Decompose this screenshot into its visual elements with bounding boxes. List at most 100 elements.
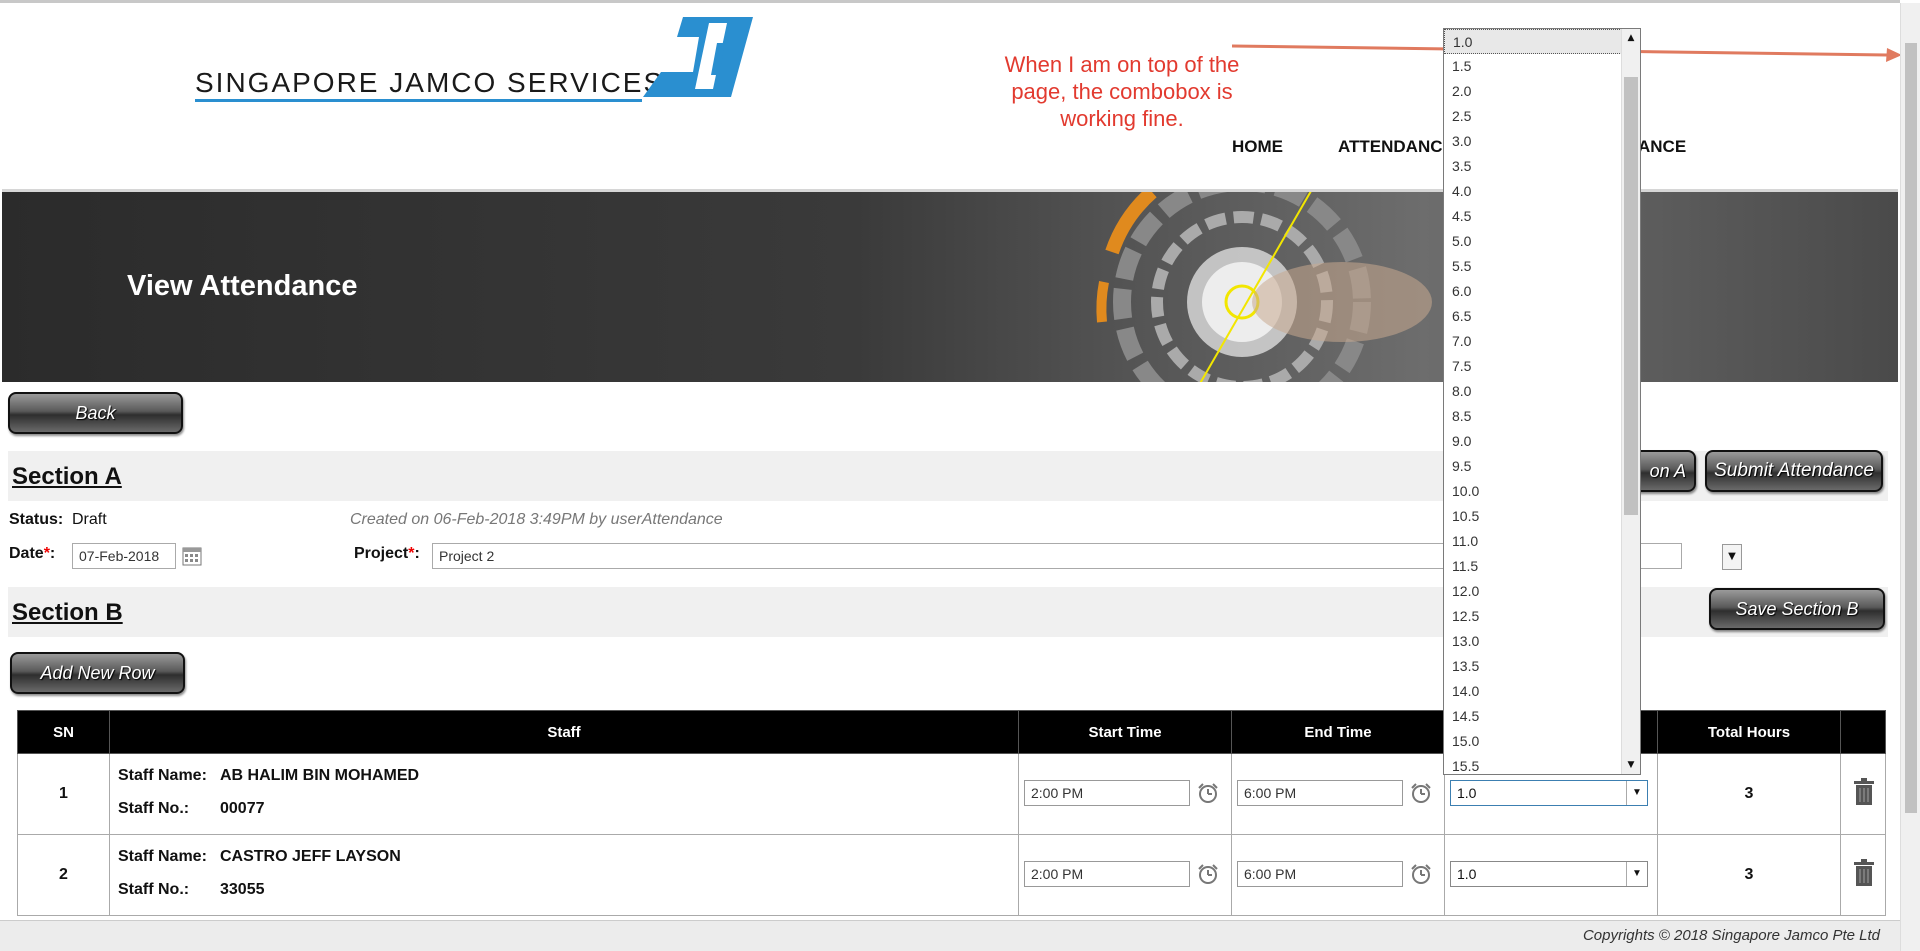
alarm-clock-icon[interactable] — [1197, 782, 1219, 804]
alarm-clock-icon[interactable] — [1410, 863, 1432, 885]
dropdown-option[interactable]: 2.5 — [1444, 104, 1622, 129]
page-scrollbar[interactable] — [1900, 3, 1920, 951]
hours-value: 1.0 — [1457, 785, 1477, 801]
end-time-cell: 6:00 PM — [1231, 753, 1445, 835]
submit-attendance-button[interactable]: Submit Attendance — [1705, 450, 1883, 492]
project-dropdown-arrow-icon[interactable]: ▼ — [1722, 544, 1742, 570]
trash-icon[interactable] — [1853, 778, 1875, 806]
staff-cell: Staff Name: AB HALIM BIN MOHAMED Staff No… — [109, 753, 1019, 835]
page-scroll-thumb[interactable] — [1905, 43, 1917, 813]
dropdown-option[interactable]: 10.5 — [1444, 504, 1622, 529]
hours-value: 1.0 — [1457, 866, 1477, 882]
start-time-cell: 2:00 PM — [1018, 834, 1232, 916]
dropdown-option[interactable]: 8.5 — [1444, 404, 1622, 429]
start-time-cell: 2:00 PM — [1018, 753, 1232, 835]
section-b-title: Section B — [12, 599, 123, 626]
status-label: Status: — [9, 511, 64, 528]
dropdown-option[interactable]: 1.0 — [1444, 29, 1622, 54]
save-section-b-button[interactable]: Save Section B — [1709, 588, 1885, 630]
end-time-input[interactable]: 6:00 PM — [1237, 861, 1403, 887]
scroll-up-icon[interactable]: ▲ — [1622, 29, 1640, 47]
header-actions — [1840, 710, 1886, 754]
dropdown-option[interactable]: 9.5 — [1444, 454, 1622, 479]
dropdown-option[interactable]: 6.5 — [1444, 304, 1622, 329]
dropdown-option[interactable]: 7.0 — [1444, 329, 1622, 354]
end-time-cell: 6:00 PM — [1231, 834, 1445, 916]
calendar-icon[interactable] — [182, 546, 202, 566]
nav-attendance[interactable]: ATTENDANCE — [1338, 137, 1454, 157]
back-button[interactable]: Back — [8, 392, 183, 434]
dropdown-option[interactable]: 5.5 — [1444, 254, 1622, 279]
add-new-row-button[interactable]: Add New Row — [10, 652, 185, 694]
dropdown-option[interactable]: 7.5 — [1444, 354, 1622, 379]
project-label: Project*: — [354, 545, 420, 562]
dropdown-option[interactable]: 12.0 — [1444, 579, 1622, 604]
staff-no-label: Staff No.: — [118, 881, 190, 898]
status-value: Draft — [72, 511, 107, 528]
dropdown-option[interactable]: 4.0 — [1444, 179, 1622, 204]
logo-underline — [195, 99, 642, 102]
hours-dropdown-list[interactable]: 1.0 1.5 2.0 2.5 3.0 3.5 4.0 4.5 5.0 5.5 6.0 6.5 7.0 7… — [1443, 28, 1641, 775]
dropdown-option[interactable]: 15.0 — [1444, 729, 1622, 754]
dropdown-option[interactable]: 6.0 — [1444, 279, 1622, 304]
row-sn: 1 — [17, 753, 110, 835]
dropdown-option[interactable]: 1.5 — [1444, 54, 1622, 79]
header-end-time: End Time — [1231, 710, 1445, 754]
staff-name: AB HALIM BIN MOHAMED — [220, 767, 420, 784]
nav-item-partial[interactable]: ANCE — [1638, 137, 1686, 157]
dropdown-option[interactable]: 11.0 — [1444, 529, 1622, 554]
staff-no: 33055 — [220, 881, 265, 898]
section-a-title: Section A — [12, 463, 122, 490]
logo-text: SINGAPORE JAMCO SERVICES — [195, 67, 665, 98]
date-label: Date*: — [9, 545, 56, 562]
dropdown-option[interactable]: 9.0 — [1444, 429, 1622, 454]
dropdown-option[interactable]: 14.0 — [1444, 679, 1622, 704]
created-info: Created on 06-Feb-2018 3:49PM by userAtt… — [350, 511, 723, 528]
nav-home[interactable]: HOME — [1232, 137, 1283, 157]
end-time-input[interactable]: 6:00 PM — [1237, 780, 1403, 806]
trash-icon[interactable] — [1853, 859, 1875, 887]
dropdown-option[interactable]: 15.5 — [1444, 754, 1622, 774]
header-total-hours: Total Hours — [1657, 710, 1841, 754]
hours-combobox[interactable]: 1.0 ▼ — [1450, 780, 1648, 806]
staff-no-label: Staff No.: — [118, 800, 190, 817]
page-title: View Attendance — [127, 270, 358, 302]
total-hours: 3 — [1657, 834, 1841, 916]
scroll-down-icon[interactable]: ▼ — [1622, 756, 1640, 774]
dropdown-scrollbar[interactable]: ▲ ▼ — [1621, 29, 1640, 774]
start-time-input[interactable]: 2:00 PM — [1024, 780, 1190, 806]
dropdown-option[interactable]: 10.0 — [1444, 479, 1622, 504]
annotation-note: When I am on top of the page, the combob… — [1004, 52, 1240, 131]
dropdown-option[interactable]: 14.5 — [1444, 704, 1622, 729]
total-hours: 3 — [1657, 753, 1841, 835]
dropdown-option[interactable]: 4.5 — [1444, 204, 1622, 229]
logo-mark-icon — [643, 17, 753, 97]
dropdown-option[interactable]: 3.5 — [1444, 154, 1622, 179]
alarm-clock-icon[interactable] — [1197, 863, 1219, 885]
copyright-text: Copyrights © 2018 Singapore Jamco Pte Lt… — [1582, 927, 1880, 944]
alarm-clock-icon[interactable] — [1410, 782, 1432, 804]
chevron-down-icon[interactable]: ▼ — [1626, 862, 1647, 886]
dropdown-option[interactable]: 2.0 — [1444, 79, 1622, 104]
dropdown-option[interactable]: 11.5 — [1444, 554, 1622, 579]
hours-cell: 1.0 ▼ — [1444, 834, 1658, 916]
dropdown-option[interactable]: 13.0 — [1444, 629, 1622, 654]
dropdown-option[interactable]: 5.0 — [1444, 229, 1622, 254]
staff-name: CASTRO JEFF LAYSON — [220, 848, 401, 865]
dropdown-scroll-thumb[interactable] — [1624, 77, 1638, 515]
staff-cell: Staff Name: CASTRO JEFF LAYSON Staff No.:… — [109, 834, 1019, 916]
tech-dial-image-icon — [1096, 192, 1432, 382]
company-logo[interactable]: SINGAPORE JAMCO SERVICES — [195, 17, 755, 107]
dropdown-option[interactable]: 13.5 — [1444, 654, 1622, 679]
chevron-down-icon[interactable]: ▼ — [1626, 781, 1647, 805]
dropdown-option[interactable]: 8.0 — [1444, 379, 1622, 404]
header-start-time: Start Time — [1018, 710, 1232, 754]
page: SINGAPORE JAMCO SERVICES When I am on to… — [0, 0, 1900, 951]
date-input[interactable]: 07-Feb-2018 — [72, 543, 176, 569]
staff-name-label: Staff Name: — [118, 848, 207, 865]
dropdown-option[interactable]: 12.5 — [1444, 604, 1622, 629]
hours-combobox[interactable]: 1.0 ▼ — [1450, 861, 1648, 887]
start-time-input[interactable]: 2:00 PM — [1024, 861, 1190, 887]
dropdown-option[interactable]: 3.0 — [1444, 129, 1622, 154]
table-row: 2 Staff Name: CASTRO JEFF LAYSON Staff No… — [17, 834, 1886, 916]
